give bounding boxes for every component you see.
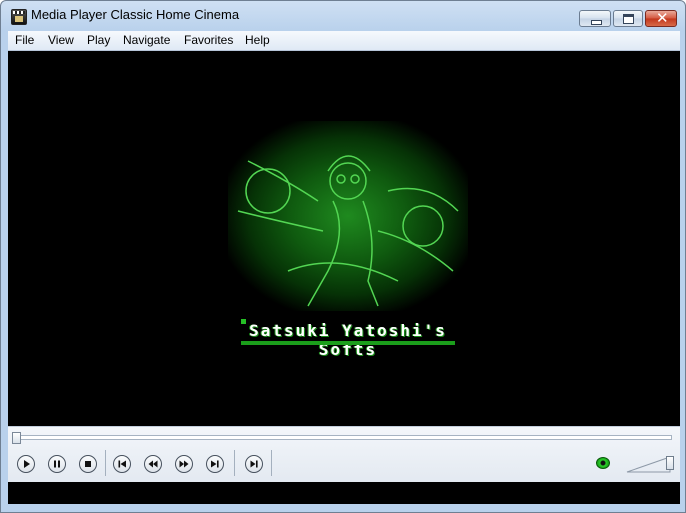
logo-underline-bar [241, 341, 455, 345]
menu-play[interactable]: Play [87, 33, 110, 47]
pause-icon [54, 460, 60, 468]
green-eye-status-icon [596, 457, 610, 469]
skip-previous-icon [118, 460, 126, 468]
skip-next-button[interactable] [206, 455, 224, 473]
menu-view[interactable]: View [48, 33, 74, 47]
player-window: Media Player Classic Home Cinema ✕ File … [0, 0, 686, 513]
status-bar [8, 482, 680, 504]
skip-previous-button[interactable] [113, 455, 131, 473]
menu-help[interactable]: Help [245, 33, 270, 47]
logo-artwork [228, 121, 468, 311]
menu-bar: File View Play Navigate Favorites Help [8, 31, 680, 51]
pause-button[interactable] [48, 455, 66, 473]
control-separator [234, 450, 235, 476]
play-icon [24, 460, 30, 468]
control-bar [8, 426, 680, 483]
seek-bar[interactable] [14, 435, 672, 440]
film-clapper-icon[interactable] [11, 9, 27, 25]
fast-forward-button[interactable] [175, 455, 193, 473]
volume-thumb[interactable] [666, 456, 674, 470]
fast-forward-icon [179, 460, 189, 468]
title-bar[interactable]: Media Player Classic Home Cinema ✕ [1, 1, 685, 30]
rewind-icon [148, 460, 158, 468]
close-icon: ✕ [656, 9, 669, 27]
maximize-icon [623, 14, 634, 24]
close-button[interactable]: ✕ [645, 10, 677, 27]
frame-step-button[interactable] [245, 455, 263, 473]
logo-caption: Satsuki Yatoshi's Softs [249, 321, 447, 359]
window-title: Media Player Classic Home Cinema [31, 7, 240, 22]
minimize-button[interactable] [579, 10, 611, 27]
maximize-button[interactable] [613, 10, 643, 27]
rewind-button[interactable] [144, 455, 162, 473]
menu-navigate[interactable]: Navigate [123, 33, 170, 47]
frame-step-icon [250, 460, 258, 468]
control-separator [105, 450, 106, 476]
menu-favorites[interactable]: Favorites [184, 33, 233, 47]
logo-artwork-lines [237, 155, 459, 307]
menu-file[interactable]: File [15, 33, 34, 47]
stop-button[interactable] [79, 455, 97, 473]
stop-icon [85, 461, 91, 467]
video-area[interactable]: Satsuki Yatoshi's Softs [8, 51, 680, 426]
skip-next-icon [211, 460, 219, 468]
play-button[interactable] [17, 455, 35, 473]
control-separator [271, 450, 272, 476]
minimize-icon [591, 20, 602, 25]
seek-thumb[interactable] [12, 432, 21, 444]
